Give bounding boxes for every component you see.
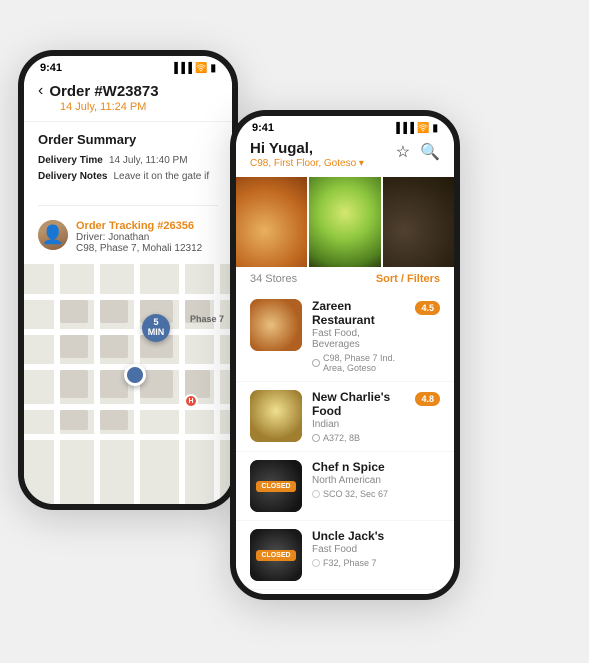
delivery-time-label: Delivery Time [38, 155, 103, 166]
delivery-notes-label: Delivery Notes [38, 171, 107, 182]
restaurant-image [250, 390, 302, 442]
status-bar-1: 9:41 ▐▐▐ 🛜 ▮ [24, 56, 232, 76]
driver-avatar [38, 220, 68, 250]
stores-bar: 34 Stores Sort / Filters [236, 267, 454, 291]
restaurant-image: CLOSED [250, 529, 302, 581]
restaurant-header: Hi Yugal, C98, First Floor, Goteso ▾ ☆ 🔍 [236, 136, 454, 177]
list-item[interactable]: CLOSED Chef n Spice North American SCO 3… [236, 452, 454, 521]
driver-location-pin [124, 364, 146, 386]
closed-badge: CLOSED [256, 550, 295, 561]
closed-overlay: CLOSED [250, 529, 302, 581]
summary-title: Order Summary [38, 132, 218, 147]
location-dot [312, 359, 320, 367]
tracking-title: Order Tracking #26356 [76, 220, 202, 232]
time-1: 9:41 [40, 62, 62, 74]
restaurant-address: C98, Phase 7 Ind. Area, Goteso [323, 353, 405, 373]
delivery-time-pin: 5MIN [142, 314, 170, 342]
greeting-text: Hi Yugal, [250, 140, 364, 157]
driver-name: Driver: Jonathan [76, 232, 202, 243]
wifi-icon: 🛜 [195, 63, 207, 74]
order-header: ‹ Order #W23873 14 July, 11:24 PM [24, 76, 232, 122]
hero-image-2 [309, 177, 380, 267]
wishlist-button[interactable]: ☆ [396, 142, 410, 162]
restaurant-info: Zareen Restaurant Fast Food, Beverages C… [312, 299, 405, 373]
restaurant-location: F32, Phase 7 [312, 558, 440, 568]
avatar-img [38, 220, 68, 250]
restaurant-address: A372, 8B [323, 433, 360, 443]
delivery-min-label: 5MIN [148, 318, 165, 338]
restaurant-address: SCO 32, Sec 67 [323, 489, 388, 499]
rating-badge: 4.5 [415, 301, 440, 315]
hero-image-1 [236, 177, 307, 267]
sort-filters-button[interactable]: Sort / Filters [376, 273, 440, 285]
status-icons-1: ▐▐▐ 🛜 ▮ [171, 63, 216, 74]
list-item[interactable]: Zareen Restaurant Fast Food, Beverages C… [236, 291, 454, 382]
stores-count: 34 Stores [250, 273, 297, 285]
wifi-icon-2: 🛜 [417, 123, 429, 134]
driver-address: C98, Phase 7, Mohali 12312 [76, 243, 202, 254]
delivery-time-value: 14 July, 11:40 PM [109, 155, 188, 166]
status-icons-2: ▐▐▐ 🛜 ▮ [393, 123, 438, 134]
location-dot [312, 490, 320, 498]
location-text[interactable]: C98, First Floor, Goteso ▾ [250, 158, 364, 169]
restaurant-info: Uncle Jack's Fast Food F32, Phase 7 [312, 529, 440, 581]
hospital-marker: H [184, 394, 198, 408]
restaurant-cuisine: North American [312, 475, 440, 486]
status-bar-2: 9:41 ▐▐▐ 🛜 ▮ [236, 116, 454, 136]
restaurant-cuisine: Fast Food, Beverages [312, 328, 405, 350]
phone-order-summary: 9:41 ▐▐▐ 🛜 ▮ ‹ Order #W23873 14 July, 11… [18, 50, 238, 510]
hero-banner [236, 177, 454, 267]
closed-badge: CLOSED [256, 481, 295, 492]
restaurant-name: New Charlie's Food [312, 390, 405, 418]
search-button[interactable]: 🔍 [420, 142, 440, 162]
restaurant-image [250, 299, 302, 351]
location-dot [312, 559, 320, 567]
back-button[interactable]: ‹ [38, 82, 43, 100]
hero-image-3 [383, 177, 454, 267]
delivery-map: 5MIN H Phase 7 [24, 264, 232, 504]
restaurant-location: A372, 8B [312, 433, 405, 443]
signal-icon: ▐▐▐ [171, 63, 192, 74]
divider-1 [38, 205, 218, 206]
restaurant-image: CLOSED [250, 460, 302, 512]
location-dot [312, 434, 320, 442]
order-title: Order #W23873 [49, 83, 158, 100]
restaurant-address: F32, Phase 7 [323, 558, 377, 568]
signal-icon-2: ▐▐▐ [393, 123, 414, 134]
list-item[interactable]: CLOSED Uncle Jack's Fast Food F32, Phase… [236, 521, 454, 590]
battery-icon: ▮ [210, 63, 216, 74]
restaurant-location: C98, Phase 7 Ind. Area, Goteso [312, 353, 405, 373]
closed-overlay: CLOSED [250, 460, 302, 512]
restaurant-name: Uncle Jack's [312, 529, 440, 543]
list-item[interactable]: New Charlie's Food Indian A372, 8B 4.8 [236, 382, 454, 452]
order-tracking: Order Tracking #26356 Driver: Jonathan C… [24, 214, 232, 264]
restaurant-location: SCO 32, Sec 67 [312, 489, 440, 499]
restaurant-info: New Charlie's Food Indian A372, 8B [312, 390, 405, 443]
restaurant-list: Zareen Restaurant Fast Food, Beverages C… [236, 291, 454, 594]
restaurant-name: Zareen Restaurant [312, 299, 405, 327]
rating-badge: 4.8 [415, 392, 440, 406]
order-summary-section: Order Summary Delivery Time 14 July, 11:… [24, 122, 232, 197]
order-date: 14 July, 11:24 PM [60, 101, 218, 113]
delivery-notes-value: Leave it on the gate if [113, 171, 209, 182]
phone-restaurant-list: 9:41 ▐▐▐ 🛜 ▮ Hi Yugal, C98, First Floor,… [230, 110, 460, 600]
battery-icon-2: ▮ [432, 123, 438, 134]
restaurant-cuisine: Indian [312, 419, 405, 430]
time-2: 9:41 [252, 122, 274, 134]
restaurant-info: Chef n Spice North American SCO 32, Sec … [312, 460, 440, 512]
restaurant-name: Chef n Spice [312, 460, 440, 474]
restaurant-cuisine: Fast Food [312, 544, 440, 555]
phase-label: Phase 7 [190, 314, 224, 324]
